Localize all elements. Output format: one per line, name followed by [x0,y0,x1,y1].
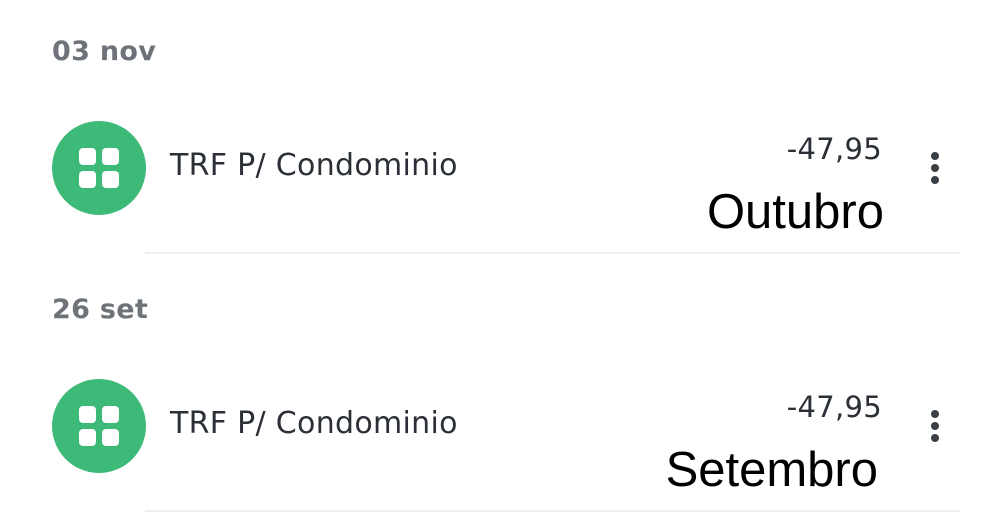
row-divider [145,252,960,254]
transaction-description: TRF P/ Condominio [170,406,458,441]
transaction-row[interactable]: TRF P/ Condominio -47,95 Outubro [0,110,1000,256]
transaction-row[interactable]: TRF P/ Condominio -47,95 Setembro [0,368,1000,514]
transaction-amount: -47,95 [786,132,882,166]
more-vertical-icon[interactable] [918,146,952,190]
grid-glyph [79,406,119,446]
transaction-amount: -47,95 [786,390,882,424]
date-header: 03 nov [52,36,157,67]
grid-glyph [79,148,119,188]
transaction-note: Outubro [706,185,884,239]
transaction-description: TRF P/ Condominio [170,148,458,183]
grid-category-icon [52,379,146,473]
transaction-note: Setembro [665,443,878,497]
row-divider [145,510,960,512]
grid-category-icon [52,121,146,215]
date-header: 26 set [52,294,149,325]
more-vertical-icon[interactable] [918,404,952,448]
